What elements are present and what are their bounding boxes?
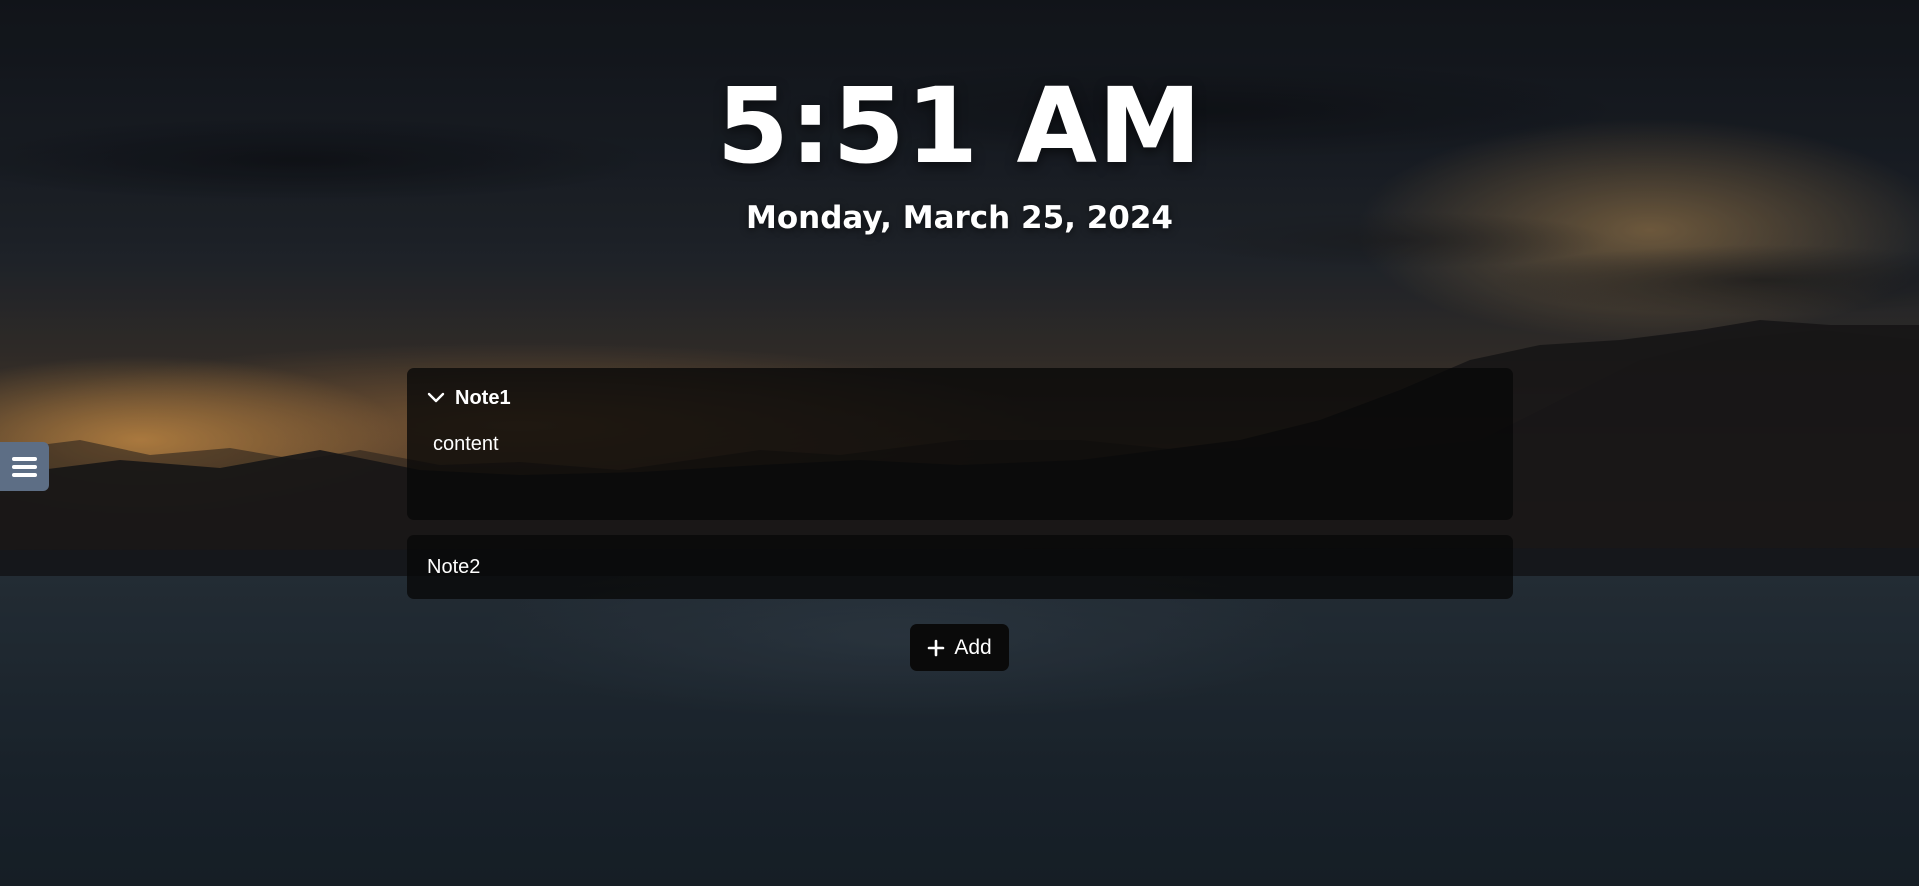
note-title: Note2 xyxy=(427,555,481,578)
plus-icon xyxy=(927,639,945,657)
notes-list: Note1 content Note2 xyxy=(407,368,1513,614)
note-header[interactable]: Note1 xyxy=(407,368,1513,428)
note-item: Note2 xyxy=(407,535,1513,599)
clock-time: 5:51 AM xyxy=(716,65,1203,187)
clock-date: Monday, March 25, 2024 xyxy=(745,200,1174,236)
sidebar-toggle-button[interactable] xyxy=(0,442,49,491)
note-header[interactable]: Note2 xyxy=(407,535,1513,599)
hamburger-menu-icon xyxy=(12,456,37,477)
chevron-down-icon xyxy=(427,389,445,407)
add-note-button[interactable]: Add xyxy=(910,624,1009,671)
note-content[interactable]: content xyxy=(407,428,1513,520)
add-button-label: Add xyxy=(954,635,992,659)
add-button-wrapper: Add xyxy=(0,624,1919,671)
note-title: Note1 xyxy=(455,386,511,409)
note-item: Note1 content xyxy=(407,368,1513,520)
